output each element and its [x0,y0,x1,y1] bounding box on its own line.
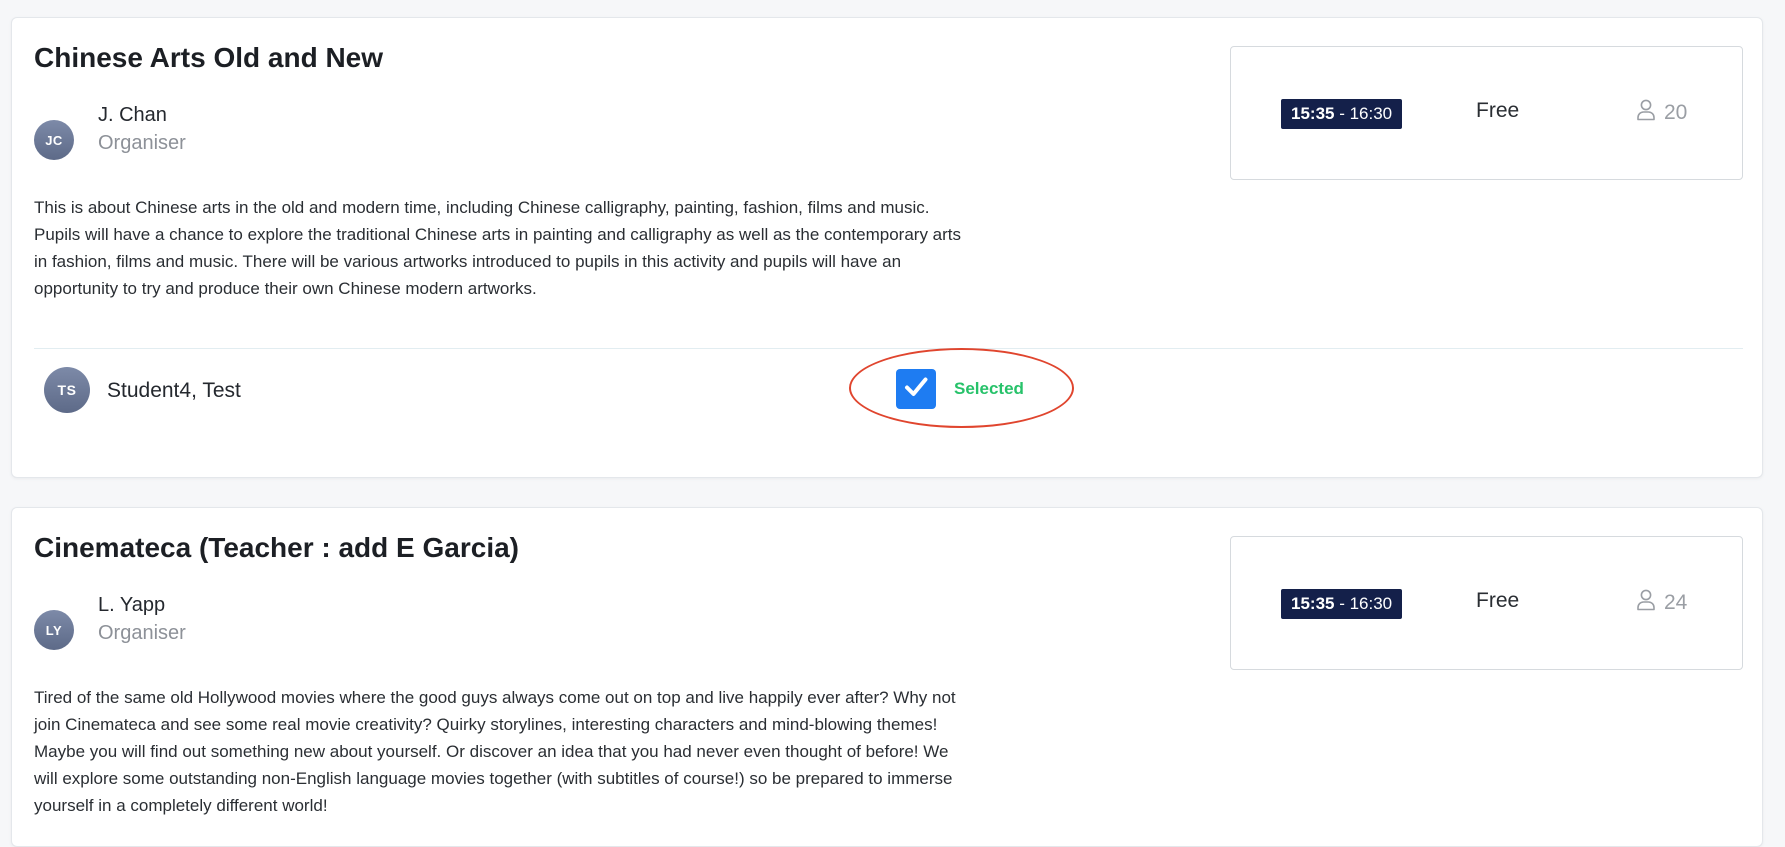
person-outline-icon [1636,589,1656,617]
activity-card: Cinemateca (Teacher : add E Garcia) LY L… [11,507,1763,847]
price-label: Free [1476,589,1520,612]
organiser-role: Organiser [98,132,186,154]
organiser-name: J. Chan [98,104,167,126]
capacity: 20 [1636,99,1687,127]
time-separator: - [1334,104,1350,123]
activity-title: Chinese Arts Old and New [34,42,384,73]
selected-status: Selected [954,379,1024,398]
time-separator: - [1334,594,1350,613]
price-label: Free [1476,99,1520,122]
activity-description: Tired of the same old Hollywood movies w… [34,688,956,815]
time-end: 16:30 [1349,594,1393,613]
select-checkbox[interactable] [896,369,936,409]
avatar: JC [34,120,74,160]
time-badge: 15:35 - 16:30 [1281,99,1403,129]
activity-description: This is about Chinese arts in the old an… [34,198,962,298]
checkmark-icon [901,372,931,407]
student-name: Student4, Test [107,379,241,402]
capacity-count: 24 [1664,591,1688,614]
avatar: TS [44,367,90,413]
activity-info-box: 15:35 - 16:30 Free 20 [1230,46,1743,180]
time-badge: 15:35 - 16:30 [1281,589,1403,619]
person-outline-icon [1636,99,1656,127]
activity-card: Chinese Arts Old and New JC J. Chan Orga… [11,17,1763,478]
activity-title: Cinemateca (Teacher : add E Garcia) [34,532,519,563]
organiser-role: Organiser [98,622,186,644]
organiser-name: L. Yapp [98,594,166,616]
time-end: 16:30 [1349,104,1393,123]
time-start: 15:35 [1291,594,1335,613]
capacity: 24 [1636,589,1687,617]
time-start: 15:35 [1291,104,1335,123]
activity-info-box: 15:35 - 16:30 Free 24 [1230,536,1743,670]
capacity-count: 20 [1664,101,1688,124]
avatar: LY [34,610,74,650]
selection-control: Selected [849,348,1080,434]
